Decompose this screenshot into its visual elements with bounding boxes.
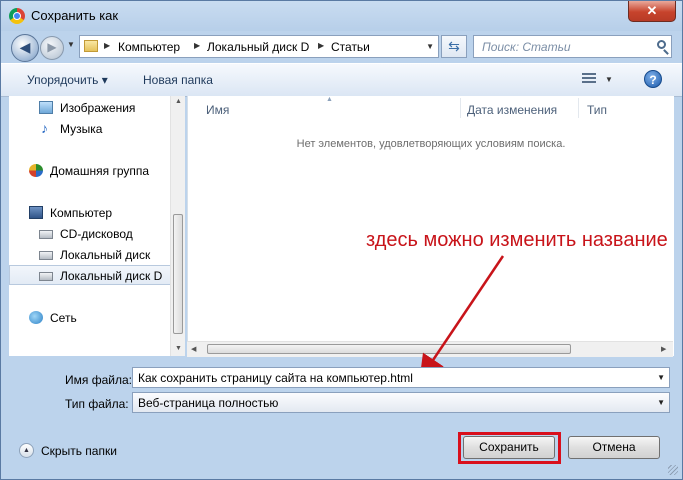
hard-drive-icon — [39, 272, 53, 281]
sidebar-item-computer[interactable]: Компьютер — [9, 203, 171, 223]
filetype-value[interactable]: Веб-страница полностью — [138, 396, 278, 410]
view-dropdown-icon[interactable]: ▼ — [605, 75, 613, 84]
scrollbar-thumb[interactable] — [173, 214, 183, 334]
sidebar-item-label: Домашняя группа — [50, 164, 150, 178]
search-icon[interactable] — [657, 40, 666, 49]
save-button[interactable]: Сохранить — [463, 436, 555, 459]
hide-folders-label: Скрыть папки — [41, 444, 117, 458]
computer-icon — [29, 206, 43, 219]
chrome-icon — [9, 8, 25, 24]
music-icon: ♪ — [41, 120, 48, 136]
sidebar-item-local-disk[interactable]: Локальный диск — [9, 245, 171, 265]
new-folder-button[interactable]: Новая папка — [143, 73, 213, 87]
cd-drive-icon — [39, 230, 53, 239]
chevron-up-icon: ▲ — [19, 443, 34, 458]
breadcrumb-computer[interactable]: Компьютер — [118, 40, 180, 54]
sidebar-scrollbar[interactable]: ▲ ▼ — [170, 96, 185, 356]
back-button[interactable]: ◀ — [11, 34, 39, 62]
sidebar-item-label: Компьютер — [50, 206, 113, 220]
search-placeholder: Поиск: Статьи — [482, 40, 571, 54]
scroll-left-icon[interactable]: ◀ — [191, 345, 196, 353]
hard-drive-icon — [39, 251, 53, 260]
filename-label: Имя файла: — [65, 373, 132, 387]
save-as-dialog: Сохранить как ✕ ◀ ▶ ▼ ▶ Компьютер ▶ Лока… — [0, 0, 683, 480]
recent-pages-dropdown[interactable]: ▼ — [67, 40, 75, 49]
column-header-date-modified[interactable]: Дата изменения — [467, 103, 557, 117]
sidebar-item-pictures[interactable]: Изображения — [9, 98, 171, 118]
scroll-down-icon[interactable]: ▼ — [175, 345, 182, 352]
help-button[interactable]: ? — [644, 70, 662, 88]
filename-input[interactable]: Как сохранить страницу сайта на компьюте… — [132, 367, 670, 388]
breadcrumb-articles[interactable]: Статьи — [331, 40, 370, 54]
refresh-button[interactable]: ⇆ — [441, 35, 467, 58]
breadcrumb-local-disk-d[interactable]: Локальный диск D — [207, 40, 309, 54]
chevron-right-icon[interactable]: ▶ — [318, 41, 324, 50]
column-header-name[interactable]: Имя — [206, 103, 229, 117]
address-dropdown-icon[interactable]: ▼ — [426, 42, 434, 51]
sidebar-item-label: Изображения — [60, 101, 136, 115]
homegroup-icon — [29, 164, 43, 177]
filename-value[interactable]: Как сохранить страницу сайта на компьюте… — [138, 371, 413, 385]
chevron-right-icon[interactable]: ▶ — [104, 41, 110, 50]
address-bar[interactable]: ▶ Компьютер ▶ Локальный диск D ▶ Статьи … — [79, 35, 439, 58]
column-divider[interactable] — [578, 98, 579, 118]
close-button[interactable]: ✕ — [628, 1, 676, 22]
scroll-right-icon[interactable]: ▶ — [661, 345, 666, 353]
scroll-up-icon[interactable]: ▲ — [175, 98, 182, 105]
search-input[interactable]: Поиск: Статьи — [473, 35, 672, 58]
navigation-bar: ◀ ▶ ▼ ▶ Компьютер ▶ Локальный диск D ▶ С… — [1, 31, 682, 63]
empty-message: Нет элементов, удовлетворяющих условиям … — [296, 138, 566, 150]
chevron-right-icon[interactable]: ▶ — [194, 41, 200, 50]
network-icon — [29, 311, 43, 324]
pictures-icon — [39, 101, 53, 114]
sidebar-item-label: Сеть — [50, 311, 77, 325]
view-options-icon[interactable] — [582, 73, 596, 85]
column-divider[interactable] — [460, 98, 461, 118]
chevron-down-icon[interactable]: ▼ — [657, 373, 665, 382]
sidebar-item-network[interactable]: Сеть — [9, 308, 171, 328]
resize-grip[interactable] — [668, 465, 678, 475]
sidebar-item-label: Локальный диск D — [60, 269, 163, 283]
sidebar-item-music[interactable]: ♪ Музыка — [9, 119, 171, 139]
sidebar-item-label: CD-дисковод — [60, 227, 133, 241]
command-toolbar: Упорядочить ▾ Новая папка ▼ ? — [1, 63, 682, 97]
annotation-arrow — [419, 255, 505, 381]
forward-button[interactable]: ▶ — [40, 36, 64, 60]
sidebar-item-label: Музыка — [60, 122, 103, 136]
column-header-type[interactable]: Тип — [587, 103, 607, 117]
sidebar-item-cd-drive[interactable]: CD-дисковод — [9, 224, 171, 244]
chevron-down-icon[interactable]: ▼ — [657, 398, 665, 407]
cancel-button[interactable]: Отмена — [568, 436, 660, 459]
filetype-select[interactable]: Веб-страница полностью ▼ — [132, 392, 670, 413]
title-bar: Сохранить как ✕ — [1, 1, 682, 31]
sort-ascending-icon: ▲ — [326, 96, 333, 103]
sidebar-item-local-disk-d[interactable]: Локальный диск D — [9, 265, 171, 285]
sidebar-item-label: Локальный диск — [60, 248, 151, 262]
organize-button[interactable]: Упорядочить ▾ — [27, 73, 108, 87]
sidebar-item-homegroup[interactable]: Домашняя группа — [9, 161, 171, 181]
filetype-label: Тип файла: — [65, 397, 129, 411]
folder-icon — [84, 40, 98, 52]
navigation-pane: Изображения ♪ Музыка Домашняя группа Ком… — [9, 96, 184, 356]
window-title: Сохранить как — [31, 8, 119, 23]
